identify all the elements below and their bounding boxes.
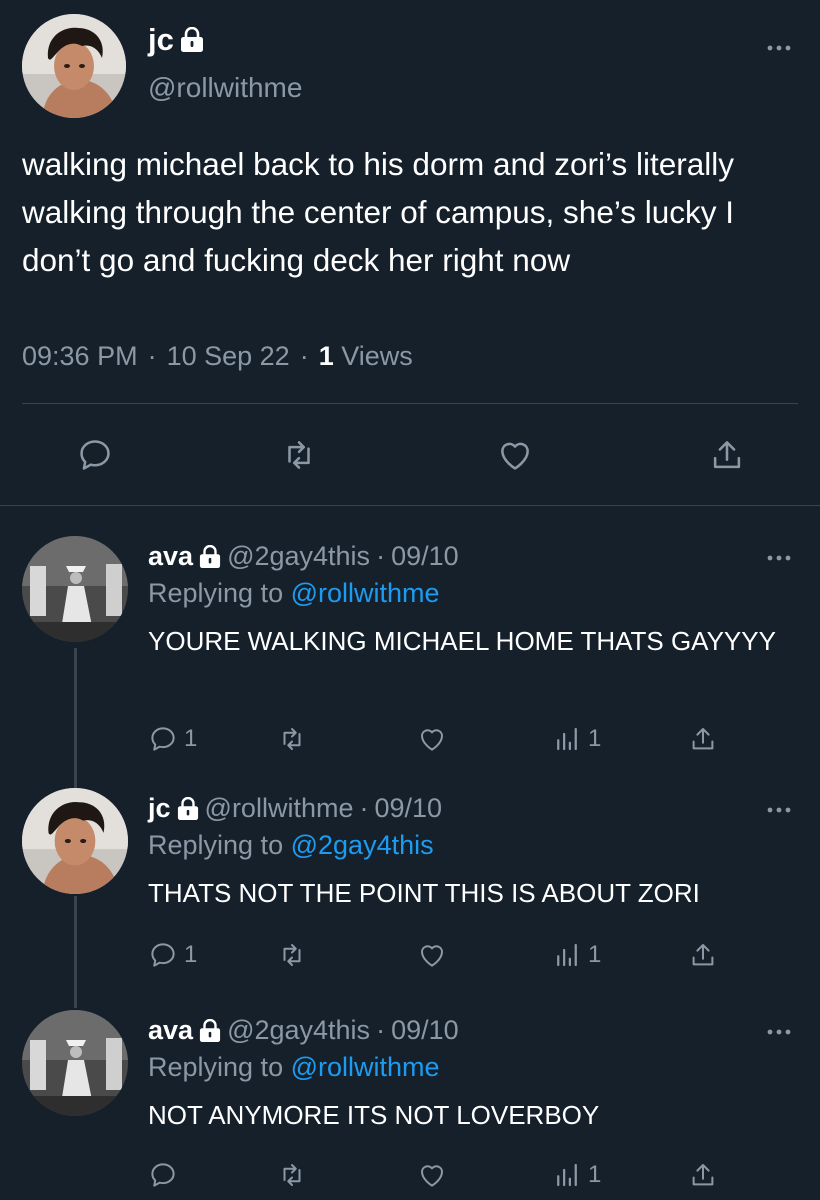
retweet-icon[interactable] bbox=[276, 1157, 308, 1193]
tweet-meta: 09:36 PM · 10 Sep 22 · 1 Views bbox=[22, 341, 413, 372]
reply-header: jc @rollwithme · 09/10 bbox=[148, 793, 442, 824]
share-icon[interactable] bbox=[702, 430, 752, 480]
replying-prefix: Replying to bbox=[148, 830, 284, 860]
reply-count: 1 bbox=[184, 941, 198, 968]
divider bbox=[0, 505, 820, 506]
reply-actions: 1 1 bbox=[148, 937, 748, 973]
avatar[interactable] bbox=[22, 1010, 128, 1116]
share-icon[interactable] bbox=[688, 1157, 718, 1193]
display-name[interactable]: jc bbox=[148, 22, 174, 58]
like-icon[interactable] bbox=[416, 1157, 448, 1193]
analytics-icon bbox=[557, 727, 577, 751]
retweet-icon[interactable] bbox=[276, 937, 308, 973]
views-count: 1 bbox=[588, 725, 602, 752]
retweet-icon[interactable] bbox=[276, 721, 308, 757]
share-icon[interactable] bbox=[688, 721, 718, 757]
analytics-icon bbox=[557, 943, 577, 967]
thread-line bbox=[74, 648, 77, 790]
meta-separator: · bbox=[147, 341, 157, 371]
more-icon[interactable] bbox=[762, 1022, 796, 1042]
tweet-time: 09:36 PM bbox=[22, 341, 138, 371]
reply-icon[interactable] bbox=[70, 430, 120, 480]
display-name[interactable]: ava bbox=[148, 541, 193, 572]
reply-text: NOT ANYMORE ITS NOT LOVERBOY bbox=[148, 1100, 600, 1130]
avatar[interactable] bbox=[22, 788, 128, 894]
reply-date: 09/10 bbox=[391, 1015, 459, 1045]
retweet-icon[interactable] bbox=[274, 430, 324, 480]
handle[interactable]: @2gay4this bbox=[227, 541, 370, 572]
thread-line bbox=[74, 896, 77, 1008]
views[interactable]: 1 Views bbox=[319, 341, 413, 372]
reply-icon bbox=[151, 1163, 175, 1187]
reply-text: THATS NOT THE POINT THIS IS ABOUT ZORI bbox=[148, 878, 700, 908]
more-icon[interactable] bbox=[762, 800, 796, 820]
tweet-actions bbox=[0, 430, 820, 480]
reply-actions: 1 bbox=[148, 1157, 748, 1193]
reply-text: YOURE WALKING MICHAEL HOME THATS GAYYYY bbox=[148, 626, 776, 656]
reply-date: 09/10 bbox=[391, 541, 459, 571]
replying-prefix: Replying to bbox=[148, 1052, 284, 1082]
like-icon[interactable] bbox=[416, 721, 448, 757]
meta-separator: · bbox=[359, 793, 369, 823]
like-icon[interactable] bbox=[490, 430, 540, 480]
author-row: jc bbox=[148, 22, 204, 58]
handle[interactable]: @2gay4this bbox=[227, 1015, 370, 1046]
reply-count: 1 bbox=[184, 725, 198, 752]
views-button[interactable]: 1 bbox=[552, 721, 601, 757]
reply-header: ava @2gay4this · 09/10 bbox=[148, 1015, 459, 1046]
analytics-icon bbox=[557, 1163, 577, 1187]
lock-icon bbox=[177, 796, 199, 821]
meta-separator: · bbox=[376, 541, 386, 571]
main-tweet: jc @rollwithme walking michael back to h… bbox=[0, 0, 820, 505]
handle[interactable]: @rollwithme bbox=[148, 72, 302, 104]
mention-link[interactable]: @rollwithme bbox=[291, 1052, 440, 1082]
reply-actions: 1 1 bbox=[148, 721, 748, 757]
share-icon[interactable] bbox=[688, 937, 718, 973]
tweet-date: 10 Sep 22 bbox=[166, 341, 290, 371]
lock-icon bbox=[199, 1018, 221, 1043]
more-icon[interactable] bbox=[762, 548, 796, 568]
display-name[interactable]: ava bbox=[148, 1015, 193, 1046]
replying-to: Replying to @2gay4this bbox=[148, 830, 434, 861]
replying-to: Replying to @rollwithme bbox=[148, 1052, 440, 1083]
meta-separator: · bbox=[376, 1015, 386, 1045]
more-icon[interactable] bbox=[762, 38, 796, 58]
avatar[interactable] bbox=[22, 14, 126, 118]
views-button[interactable]: 1 bbox=[552, 1157, 601, 1193]
reply-button[interactable]: 1 bbox=[148, 721, 197, 757]
views-button[interactable]: 1 bbox=[552, 937, 601, 973]
lock-icon bbox=[180, 27, 204, 53]
views-count: 1 bbox=[318, 341, 334, 371]
display-name[interactable]: jc bbox=[148, 793, 171, 824]
replying-prefix: Replying to bbox=[148, 578, 284, 608]
reply-button[interactable] bbox=[148, 1157, 184, 1193]
mention-link[interactable]: @rollwithme bbox=[291, 578, 440, 608]
like-icon[interactable] bbox=[416, 937, 448, 973]
handle[interactable]: @rollwithme bbox=[205, 793, 354, 824]
lock-icon bbox=[199, 544, 221, 569]
reply-header: ava @2gay4this · 09/10 bbox=[148, 541, 459, 572]
views-label: Views bbox=[341, 341, 413, 371]
avatar[interactable] bbox=[22, 536, 128, 642]
tweet-text: walking michael back to his dorm and zor… bbox=[22, 146, 735, 278]
reply-date: 09/10 bbox=[374, 793, 443, 823]
mention-link[interactable]: @2gay4this bbox=[291, 830, 434, 860]
views-count: 1 bbox=[588, 1161, 602, 1188]
reply-icon bbox=[151, 727, 175, 751]
views-count: 1 bbox=[588, 941, 602, 968]
reply-button[interactable]: 1 bbox=[148, 937, 197, 973]
divider bbox=[22, 403, 798, 404]
reply-icon bbox=[151, 943, 175, 967]
meta-separator: · bbox=[299, 341, 309, 371]
replying-to: Replying to @rollwithme bbox=[148, 578, 440, 609]
